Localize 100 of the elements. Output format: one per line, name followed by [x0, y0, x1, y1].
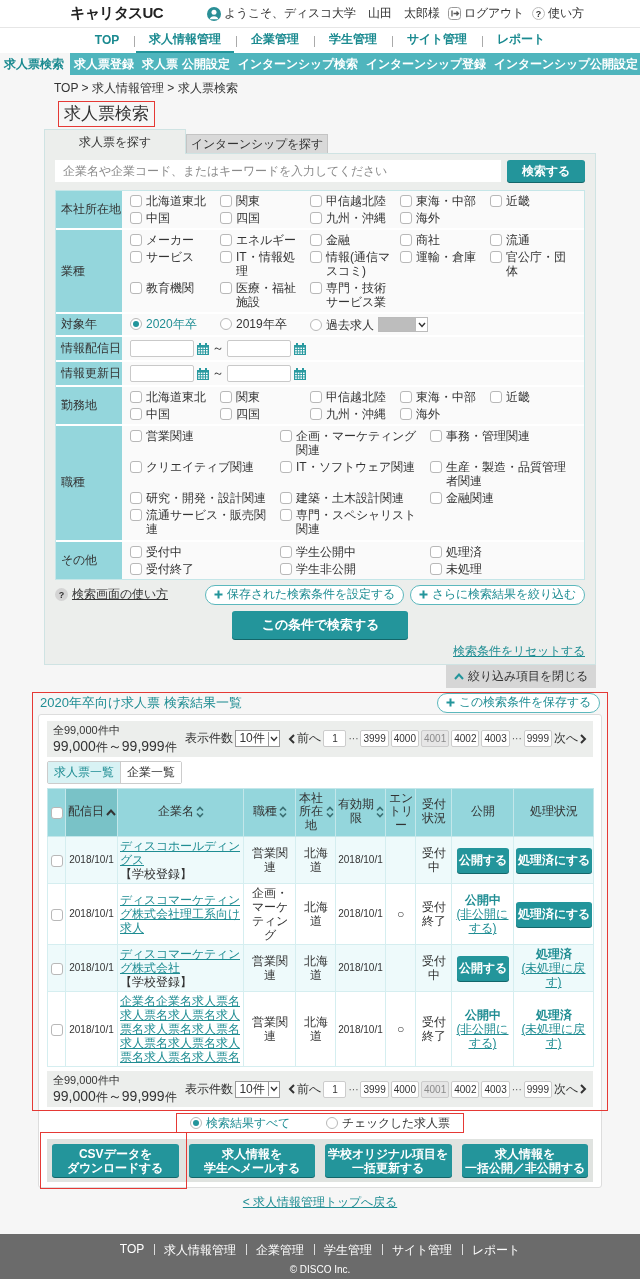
nav-tab[interactable]: 企業管理 [238, 28, 313, 53]
row-checkbox[interactable] [50, 1023, 63, 1036]
checkbox[interactable] [130, 461, 142, 474]
checkbox[interactable] [130, 195, 142, 207]
page-button[interactable]: 4001 [421, 730, 450, 748]
page-button[interactable]: 4003 [481, 730, 510, 748]
row-action-button[interactable]: 処理済にする [516, 901, 592, 927]
status-link[interactable]: (未処理に戻す) [516, 1022, 591, 1051]
previous-link[interactable]: 前へ [288, 1080, 322, 1098]
calendar-icon[interactable] [294, 367, 306, 380]
checkbox[interactable] [400, 234, 412, 247]
checkbox[interactable] [310, 391, 322, 404]
select-all-checkbox[interactable] [50, 806, 63, 819]
view-tab[interactable]: 企業一覧 [120, 761, 181, 783]
checkbox[interactable] [130, 430, 142, 443]
checkbox[interactable] [430, 545, 442, 558]
nav-tab[interactable]: 学生管理 [316, 28, 391, 53]
subnav-tab[interactable]: 求人票登録 [70, 53, 139, 75]
status-link[interactable]: (非公開にする) [454, 907, 511, 936]
bulk-action-button[interactable]: 求人情報を 一括公開／非公開する [461, 1144, 588, 1178]
page-button[interactable]: 4002 [451, 730, 480, 748]
radio-button[interactable] [190, 1117, 202, 1130]
checkbox[interactable] [130, 234, 142, 247]
checkbox[interactable] [310, 408, 322, 421]
row-action-button[interactable]: 公開する [456, 847, 509, 873]
row-checkbox[interactable] [50, 962, 63, 975]
radio-button[interactable] [130, 318, 142, 331]
bulk-action-button[interactable]: 学校オリジナル項目を 一括更新する [325, 1144, 452, 1178]
subnav-tab[interactable]: インターンシップ検索 [233, 53, 362, 75]
checkbox[interactable] [280, 562, 292, 575]
bulk-action-button[interactable]: CSVデータを ダウンロードする [52, 1144, 179, 1178]
page-button[interactable]: 4002 [451, 1080, 480, 1098]
status-link[interactable]: (非公開にする) [454, 1022, 511, 1051]
checkbox[interactable] [490, 251, 502, 264]
page-button[interactable]: 4003 [481, 1080, 510, 1098]
page-button[interactable]: 3999 [360, 730, 389, 748]
footer-link[interactable]: サイト管理 [382, 1242, 463, 1259]
checkbox[interactable] [310, 251, 322, 264]
checkbox[interactable] [430, 492, 442, 505]
checkbox[interactable] [130, 545, 142, 558]
checkbox[interactable] [220, 212, 232, 225]
search-button[interactable]: 検索する [507, 160, 585, 182]
checkbox[interactable] [130, 212, 142, 225]
subnav-tab[interactable]: インターンシップ公開設定 [489, 53, 640, 75]
help-link[interactable]: ? 検索画面の使い方 [55, 586, 168, 604]
checkbox[interactable] [130, 492, 142, 505]
row-action-button[interactable]: 処理済にする [516, 847, 592, 873]
row-checkbox[interactable] [50, 854, 63, 867]
row-checkbox[interactable] [50, 908, 63, 921]
submit-search-button[interactable]: この条件で検索する [232, 610, 408, 639]
checkbox[interactable] [220, 282, 232, 295]
status-link[interactable]: (未処理に戻す) [516, 961, 591, 990]
per-page-select[interactable]: 10件 [235, 730, 280, 748]
column-header[interactable]: 配信日 [65, 788, 118, 837]
checkbox[interactable] [220, 234, 232, 247]
radio-button[interactable] [220, 318, 232, 331]
checkbox[interactable] [280, 509, 292, 522]
nav-tab[interactable]: サイト管理 [394, 28, 481, 53]
calendar-icon[interactable] [294, 342, 306, 355]
checkbox[interactable] [280, 545, 292, 558]
checkbox[interactable] [310, 234, 322, 247]
nav-tab[interactable]: レポート [484, 28, 559, 53]
footer-link[interactable]: 求人情報管理 [154, 1242, 247, 1259]
footer-link[interactable]: レポート [462, 1242, 531, 1259]
checkbox[interactable] [220, 251, 232, 264]
checkbox[interactable] [400, 212, 412, 225]
page-button[interactable]: 9999 [523, 1080, 552, 1098]
checkbox[interactable] [130, 251, 142, 264]
company-link[interactable]: ディスコホールディングス [120, 838, 241, 867]
date-field[interactable] [130, 365, 194, 383]
company-link[interactable]: ディスコマーケティング株式会社 [120, 947, 241, 976]
date-field[interactable] [227, 340, 291, 358]
checkbox[interactable] [220, 195, 232, 207]
per-page-select[interactable]: 10件 [235, 1080, 280, 1098]
checkbox[interactable] [220, 391, 232, 404]
checkbox[interactable] [400, 408, 412, 421]
search-tab[interactable]: インターンシップを探す [186, 134, 328, 153]
radio-button[interactable] [326, 1117, 338, 1130]
checkbox[interactable] [430, 562, 442, 575]
checkbox[interactable] [310, 195, 322, 207]
checkbox[interactable] [280, 430, 292, 443]
back-link[interactable]: < 求人情報管理トップへ戻る [242, 1195, 398, 1210]
checkbox[interactable] [130, 391, 142, 404]
checkbox[interactable] [310, 282, 322, 295]
subnav-tab[interactable]: インターンシップ登録 [361, 53, 490, 75]
checkbox[interactable] [490, 391, 502, 404]
column-header[interactable]: 企業名 [117, 788, 244, 837]
page-button[interactable]: 1 [323, 730, 347, 748]
column-header[interactable]: 職種 [243, 788, 296, 837]
checkbox[interactable] [130, 509, 142, 522]
footer-link[interactable]: 企業管理 [246, 1242, 315, 1259]
checkbox[interactable] [130, 282, 142, 295]
checkbox[interactable] [430, 430, 442, 443]
checkbox[interactable] [220, 408, 232, 421]
checkbox[interactable] [490, 234, 502, 247]
subnav-tab[interactable]: 求人票 公開設定 [138, 53, 234, 75]
checkbox[interactable] [430, 461, 442, 474]
logout-link[interactable]: ログアウト [448, 5, 524, 22]
footer-link[interactable]: 学生管理 [314, 1242, 383, 1259]
checkbox[interactable] [130, 562, 142, 575]
